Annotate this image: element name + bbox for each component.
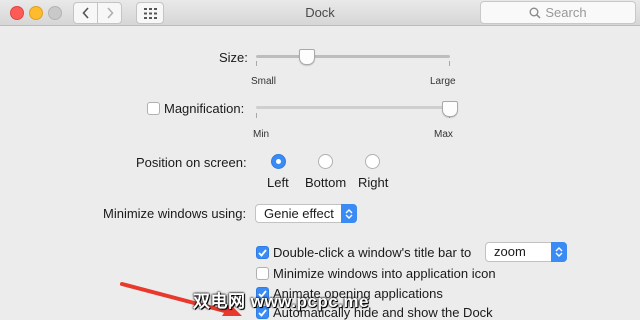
double-click-action-value: zoom	[494, 244, 526, 259]
search-icon	[529, 7, 541, 19]
minimize-into-app-icon-checkbox[interactable]	[256, 267, 269, 280]
magnification-slider-track[interactable]	[256, 106, 450, 109]
size-slider-thumb[interactable]	[299, 49, 316, 65]
popup-stepper	[341, 204, 357, 223]
size-slider-track[interactable]	[256, 55, 450, 58]
magnification-slider-thumb[interactable]	[442, 101, 458, 117]
size-label: Size:	[219, 50, 248, 65]
magnification-slider-tick	[256, 113, 257, 118]
size-slider-tick	[256, 61, 257, 66]
window-titlebar: Dock Search	[0, 0, 640, 26]
search-placeholder: Search	[545, 5, 587, 20]
magnification-label: Magnification:	[164, 101, 245, 116]
up-down-arrows-icon	[555, 247, 563, 257]
double-click-action-popup[interactable]: zoom	[485, 242, 567, 262]
checkmark-icon	[258, 248, 267, 257]
size-max-label: Large	[430, 76, 456, 87]
position-bottom-label: Bottom	[305, 175, 347, 190]
search-field[interactable]: Search	[480, 1, 636, 24]
position-left-label: Left	[267, 175, 289, 190]
double-click-titlebar-checkbox[interactable]	[256, 246, 269, 259]
minimize-label: Minimize windows using:	[103, 206, 247, 221]
double-click-titlebar-label: Double-click a window's title bar to	[273, 245, 472, 260]
size-slider-tick	[449, 61, 450, 66]
up-down-arrows-icon	[345, 208, 353, 219]
magnification-max-label: Max	[434, 129, 453, 140]
position-right-label: Right	[358, 175, 389, 190]
position-bottom-radio[interactable]	[318, 154, 333, 169]
magnification-min-label: Min	[253, 129, 270, 140]
minimize-effect-value: Genie effect	[264, 206, 334, 221]
watermark-text: 双电网 www.pcpc.me	[193, 292, 369, 311]
popup-stepper	[551, 242, 567, 262]
position-right-radio[interactable]	[365, 154, 380, 169]
position-left-radio[interactable]	[271, 154, 286, 169]
minimize-into-app-icon-label: Minimize windows into application icon	[273, 266, 496, 281]
minimize-effect-popup[interactable]: Genie effect	[255, 204, 357, 223]
size-min-label: Small	[251, 76, 277, 87]
magnification-checkbox[interactable]	[147, 102, 160, 115]
position-label: Position on screen:	[136, 155, 247, 170]
